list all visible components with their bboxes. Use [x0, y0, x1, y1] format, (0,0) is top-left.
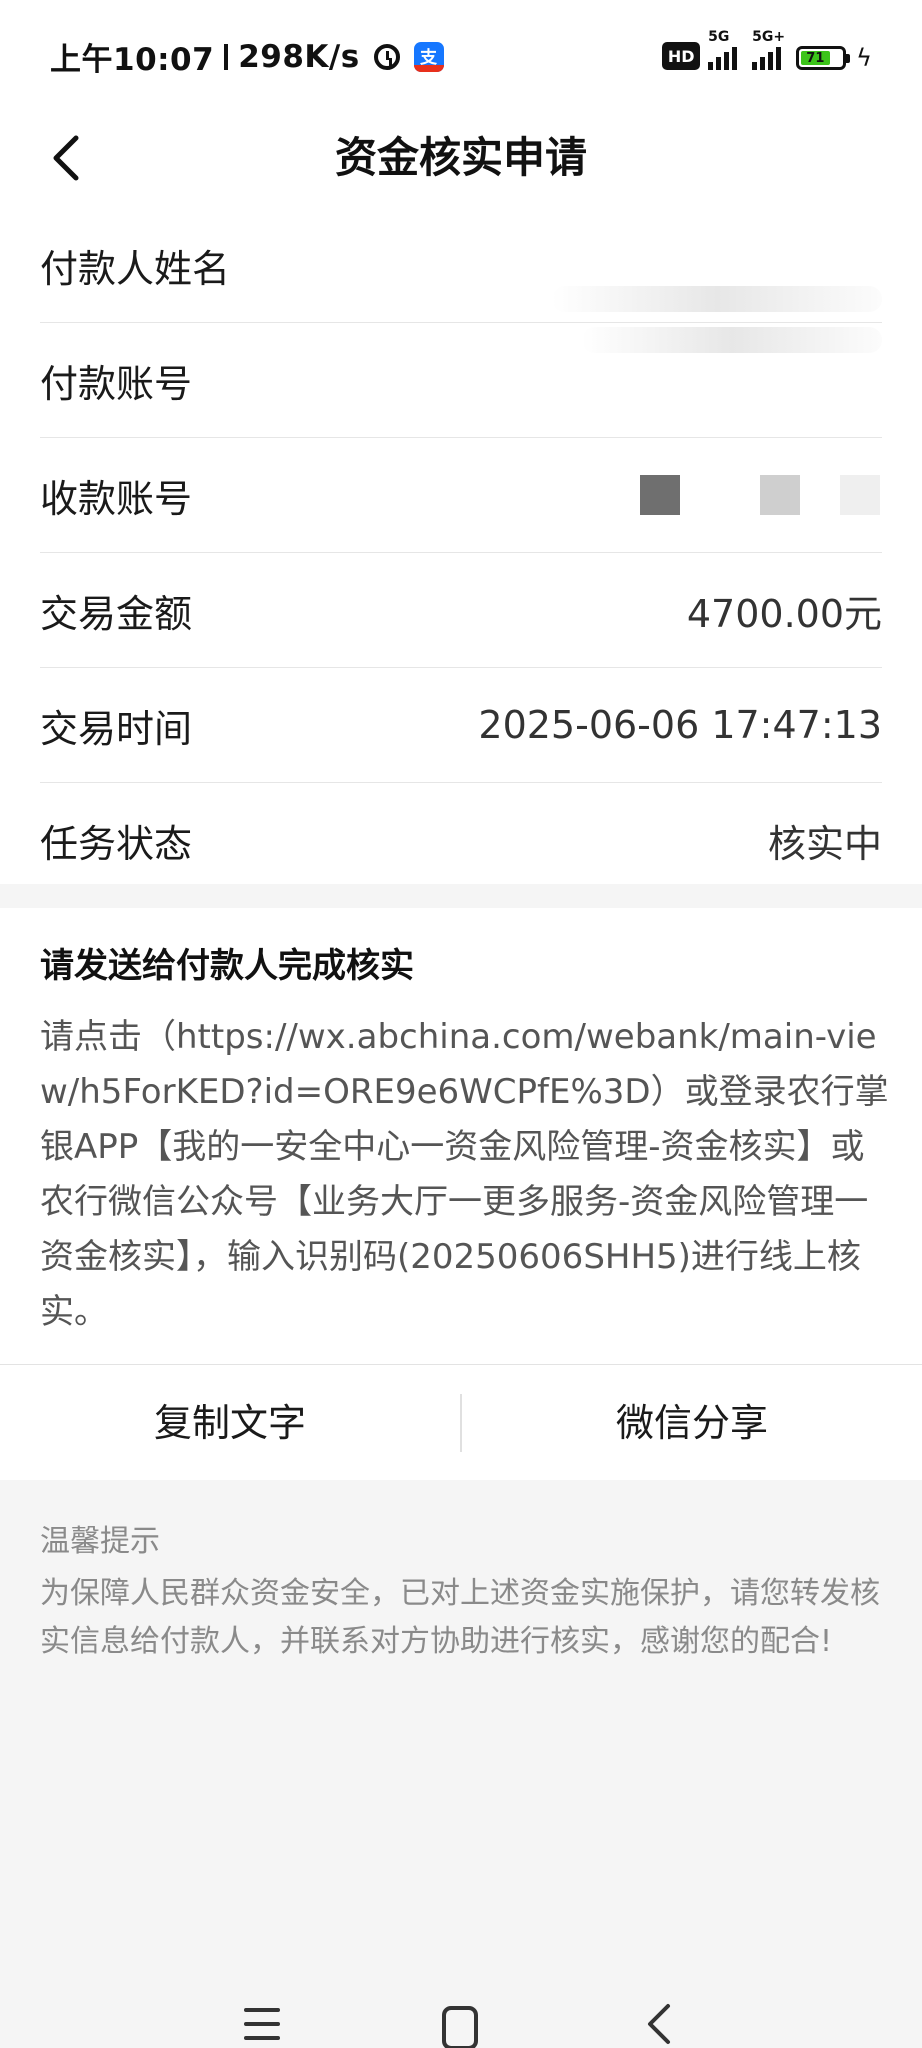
tip-title: 温馨提示: [40, 1524, 160, 1559]
amount-value: 4700.00元: [686, 591, 882, 636]
row-transaction-time: 交易时间 2025-06-06 17:47:13: [40, 668, 882, 783]
masked-payer-name: [552, 286, 882, 312]
masked-payee-account: [640, 475, 882, 515]
alarm-icon: [373, 43, 400, 70]
chevron-left-icon[interactable]: [46, 134, 90, 182]
network-type-label: 5G: [708, 29, 730, 45]
transaction-details: 付款人姓名 付款账号 收款账号 交易金额 4700.00元 交易时间 2025-…: [0, 208, 922, 884]
status-bar: 上午10:07 298K/s 支 HD 5G 5G+ 71 ϟ: [0, 0, 922, 108]
battery-level: 71: [801, 51, 830, 65]
time-value: 2025-06-06 17:47:13: [478, 703, 882, 747]
wechat-share-button[interactable]: 微信分享: [462, 1365, 922, 1481]
network-speed: 298K/s: [238, 38, 360, 75]
status-left: 上午10:07 298K/s 支: [50, 34, 444, 79]
home-icon[interactable]: [430, 2000, 490, 2048]
row-payee-account: 收款账号: [40, 438, 882, 553]
bolt-icon: ϟ: [856, 44, 872, 72]
battery-icon: 71: [796, 46, 851, 70]
screen: 上午10:07 298K/s 支 HD 5G 5G+ 71 ϟ 资金核实申请 付…: [0, 0, 922, 2048]
system-nav-bar: [0, 1980, 922, 2048]
row-amount: 交易金额 4700.00元: [40, 553, 882, 668]
copy-text-button[interactable]: 复制文字: [0, 1365, 460, 1481]
row-payer-name: 付款人姓名: [40, 208, 882, 323]
payer-account-label: 付款账号: [40, 361, 193, 406]
message-heading: 请发送给付款人完成核实: [40, 946, 414, 986]
hd-icon: HD: [662, 42, 701, 70]
alipay-icon-char: 支: [419, 47, 438, 68]
message-card: 请发送给付款人完成核实 请点击（https://wx.abchina.com/w…: [0, 908, 922, 1480]
warm-tip: 温馨提示 为保障人民群众资金安全，已对上述资金实施保护，请您转发核实信息给付款人…: [40, 1522, 885, 1666]
masked-payer-account: [582, 327, 882, 353]
network-type-label-2: 5G+: [752, 29, 786, 45]
app-header: 资金核实申请: [0, 108, 922, 208]
status-right: HD 5G 5G+ 71 ϟ: [662, 29, 872, 72]
status-separator: [224, 43, 229, 70]
menu-icon[interactable]: [232, 2000, 292, 2048]
message-body: 请点击（https://wx.abchina.com/webank/main-v…: [40, 1017, 889, 1332]
payee-account-label: 收款账号: [40, 476, 193, 521]
row-task-status: 任务状态 核实中: [40, 783, 882, 898]
alipay-icon: 支: [413, 41, 444, 72]
time-label: 交易时间: [40, 706, 193, 751]
back-icon[interactable]: [630, 2000, 690, 2048]
action-bar: 复制文字 微信分享: [0, 1364, 922, 1480]
tip-body: 为保障人民群众资金安全，已对上述资金实施保护，请您转发核实信息给付款人，并联系对…: [40, 1576, 880, 1659]
signal-5g-plus-icon: 5G+: [752, 29, 785, 70]
clock-time: 上午10:07: [50, 42, 215, 78]
payer-name-label: 付款人姓名: [40, 246, 231, 291]
signal-5g-icon: 5G: [708, 29, 740, 70]
status-value: 核实中: [767, 822, 882, 866]
amount-label: 交易金额: [40, 591, 193, 636]
page-title: 资金核实申请: [334, 133, 587, 182]
row-payer-account: 付款账号: [40, 323, 882, 438]
status-label: 任务状态: [40, 822, 193, 866]
